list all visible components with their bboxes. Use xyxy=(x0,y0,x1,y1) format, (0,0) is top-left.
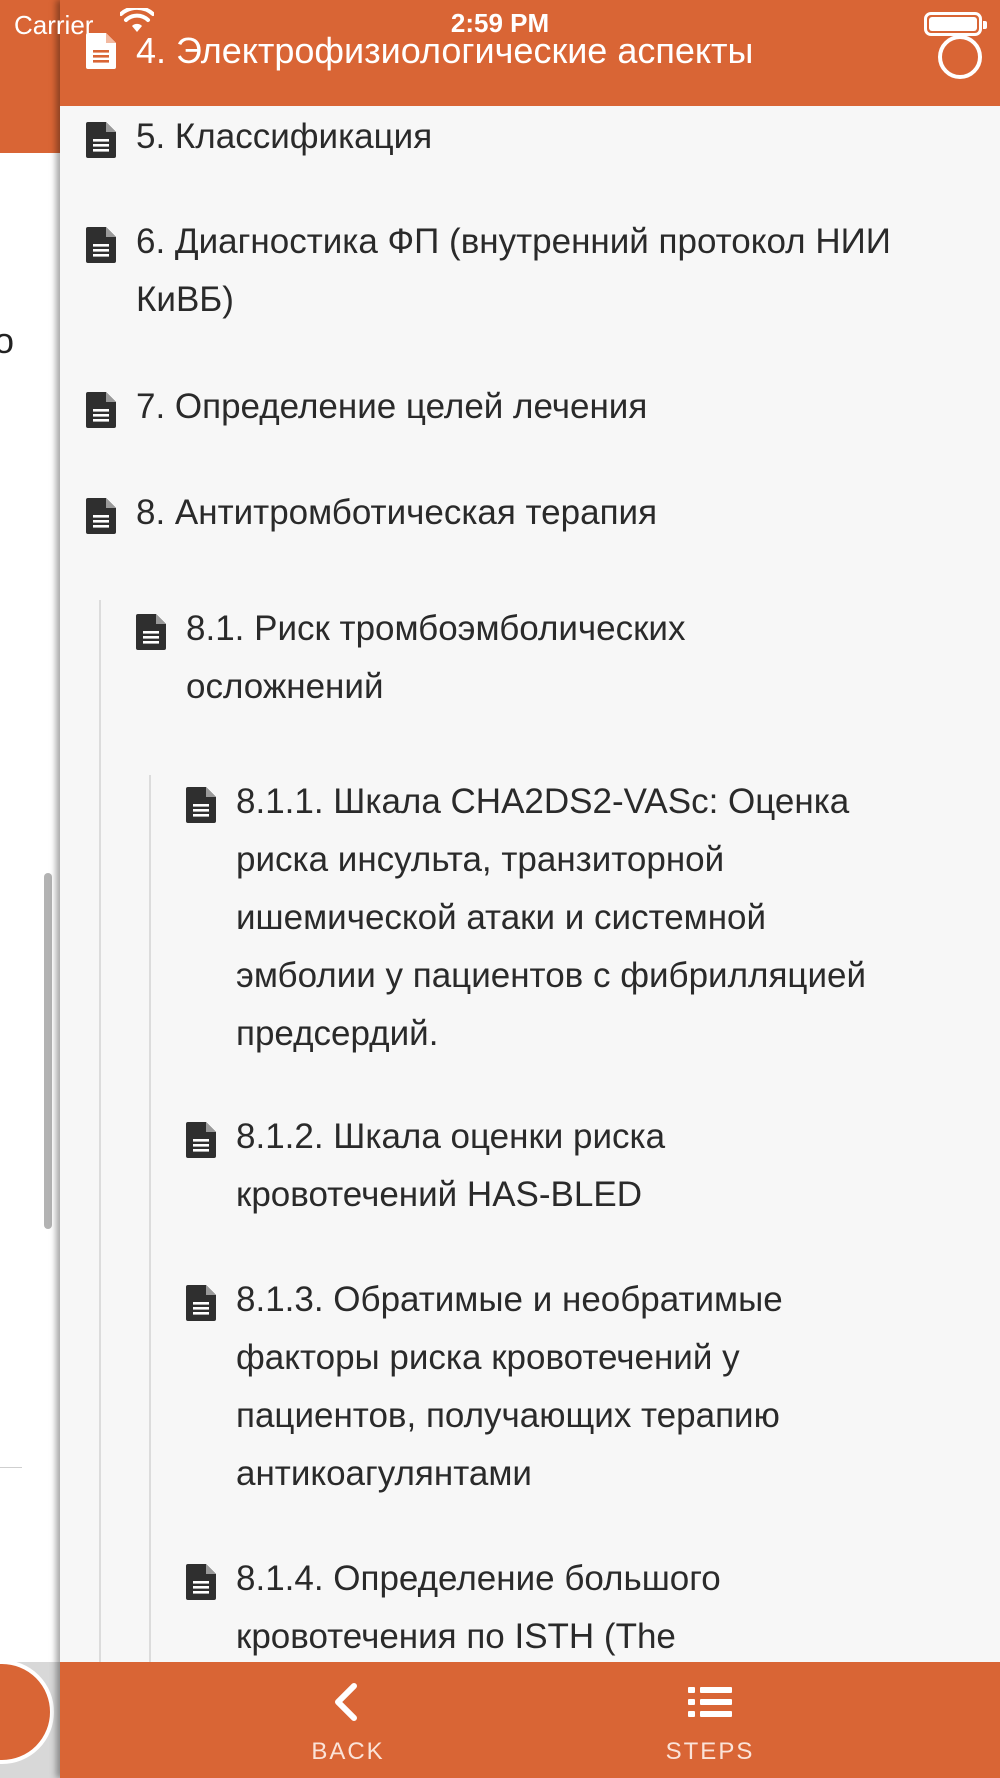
document-icon xyxy=(186,1122,216,1158)
status-bar: Carrier 2:59 PM xyxy=(0,0,1000,48)
document-icon xyxy=(86,498,116,534)
bottom-navigation-bar: BACK STEPS xyxy=(60,1662,1000,1778)
toc-item[interactable]: 8.1.1. Шкала CHA2DS2-VASc: Оценка риска … xyxy=(186,773,956,1063)
toc-item[interactable]: 8. Антитромботическая терапия xyxy=(86,484,966,542)
toc-item[interactable]: 7. Определение целей лечения xyxy=(86,378,966,436)
document-icon xyxy=(186,1285,216,1321)
toc-item-label: 5. Классификация xyxy=(136,117,433,156)
document-icon xyxy=(86,392,116,428)
toc-item-label: 8. Антитромботическая терапия xyxy=(136,493,658,532)
toc-item-label: 7. Определение целей лечения xyxy=(136,387,648,426)
toc-item-label: 8.1. Риск тромбоэмболических осложнений xyxy=(186,609,686,706)
indent-guide-level-1 xyxy=(99,600,101,1662)
back-button[interactable]: BACK xyxy=(248,1662,448,1778)
toc-item-label: 6. Диагностика ФП (внутренний протокол Н… xyxy=(136,222,891,319)
document-icon xyxy=(86,122,116,158)
back-button-label: BACK xyxy=(311,1738,385,1765)
list-icon xyxy=(688,1687,732,1717)
document-icon xyxy=(136,614,166,650)
toc-item-label: 8.1.3. Обратимые и необратимые факторы р… xyxy=(236,1280,783,1493)
document-icon xyxy=(186,787,216,823)
background-scrollbar[interactable] xyxy=(44,873,52,1229)
toc-item[interactable]: 8.1.3. Обратимые и необратимые факторы р… xyxy=(186,1271,956,1503)
toc-item-label: 8.1.1. Шкала CHA2DS2-VASc: Оценка риска … xyxy=(236,782,867,1053)
chevron-left-icon xyxy=(335,1683,357,1721)
toc-item-label: 8.1.4. Определение большого кровотечения… xyxy=(236,1559,721,1656)
toc-item-label: 8.1.2. Шкала оценки риска кровотечений H… xyxy=(236,1117,666,1214)
toc-item[interactable]: 6. Диагностика ФП (внутренний протокол Н… xyxy=(86,213,966,329)
steps-button[interactable]: STEPS xyxy=(610,1662,810,1778)
toc-item[interactable]: 8.1.4. Определение большого кровотечения… xyxy=(186,1550,956,1666)
document-icon xyxy=(86,227,116,263)
background-divider xyxy=(0,1467,22,1468)
toc-item[interactable]: 8.1.2. Шкала оценки риска кровотечений H… xyxy=(186,1108,956,1224)
close-drawer-icon[interactable] xyxy=(938,35,982,79)
toc-item[interactable]: 5. Классификация xyxy=(86,108,966,166)
toc-item[interactable]: 8.1. Риск тромбоэмболических осложнений xyxy=(136,600,856,716)
document-icon xyxy=(186,1564,216,1600)
battery-icon xyxy=(924,12,987,36)
steps-button-label: STEPS xyxy=(665,1738,755,1765)
indent-guide-level-2 xyxy=(149,775,151,1662)
toc-drawer: 4. Электрофизиологические аспекты 5. Кла… xyxy=(60,0,1000,1778)
clock: 2:59 PM xyxy=(450,8,550,38)
background-text-fragment: о xyxy=(0,320,15,361)
